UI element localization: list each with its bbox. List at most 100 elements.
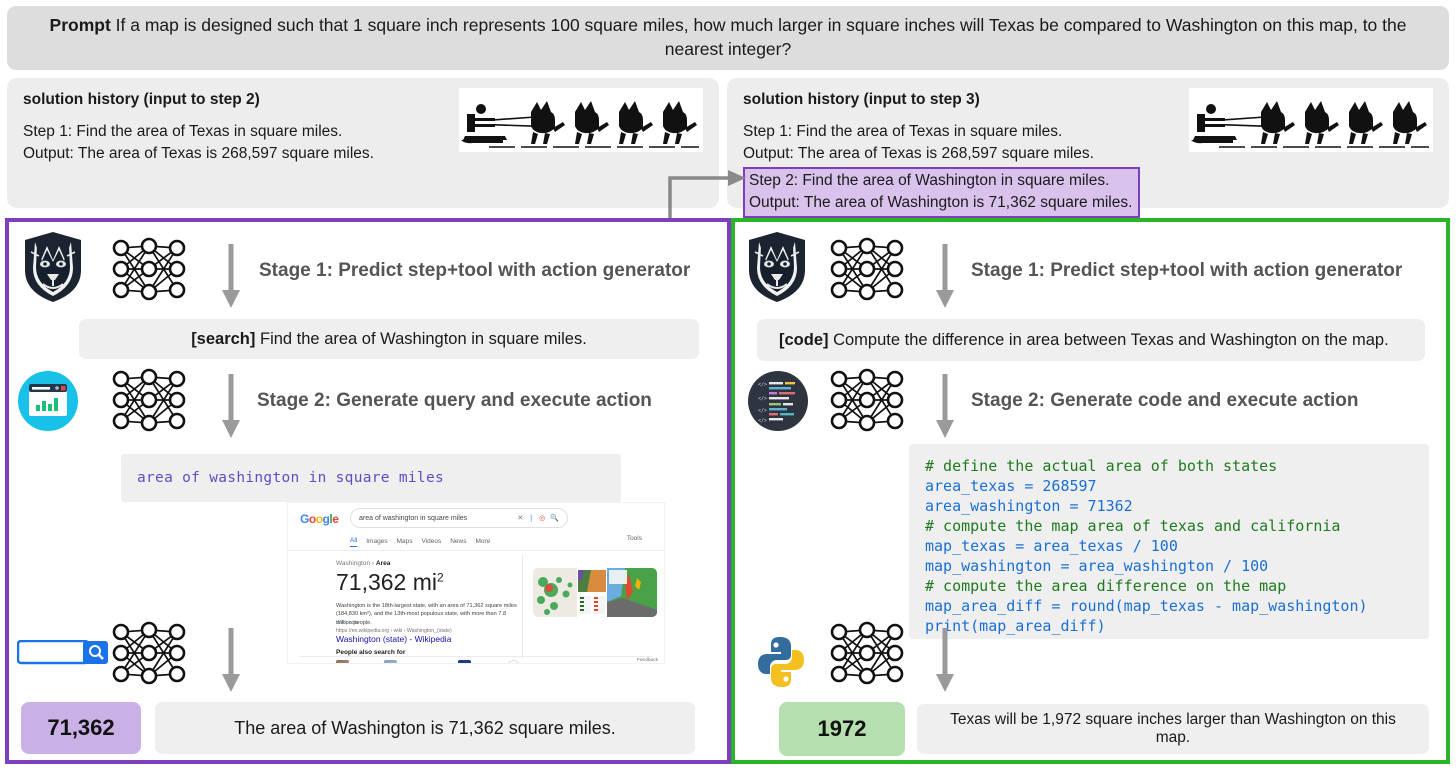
chevron-right-icon[interactable]: › <box>507 660 521 663</box>
knowledge-panel-images <box>533 568 657 617</box>
code-line: # define the actual area of both states <box>925 457 1278 475</box>
husky-logo-icon <box>745 230 809 309</box>
tab-more[interactable]: More <box>476 538 491 545</box>
left-answer-text: The area of Washington is 71,362 square … <box>155 702 695 754</box>
pas-item[interactable]: Seattle <box>336 660 370 664</box>
people-also-search-heading: People also search for <box>336 649 406 656</box>
pas-item[interactable]: Oregon <box>458 660 493 664</box>
source-url: https://en.wikipedia.org › wiki › Washin… <box>336 627 452 634</box>
neural-network-icon <box>823 234 911 309</box>
google-search-input[interactable]: area of washington in square miles ✕ ❘ ◎… <box>350 508 568 528</box>
code-line: map_texas = area_texas / 100 <box>925 537 1178 555</box>
tab-maps[interactable]: Maps <box>397 538 413 545</box>
flow-down-arrow <box>217 242 245 317</box>
tab-news[interactable]: News <box>450 538 466 545</box>
code-block: # define the actual area of both states … <box>909 444 1429 639</box>
husky-sled-image <box>1189 88 1433 152</box>
flow-down-arrow <box>931 242 959 317</box>
code-line: map_washington = area_washington / 100 <box>925 557 1269 575</box>
feedback-link[interactable]: Feedback <box>637 658 658 663</box>
google-tools-button[interactable]: Tools <box>627 535 642 542</box>
code-line: map_area_diff = round(map_texas - map_wa… <box>925 597 1368 615</box>
neural-network-icon <box>823 365 911 440</box>
pas-thumbnail <box>336 660 349 663</box>
flow-down-arrow <box>931 626 959 701</box>
neural-network-icon <box>105 234 193 309</box>
flow-connector-arrow <box>660 160 750 222</box>
code-editor-icon: </> </> </> </> <box>747 370 809 437</box>
knowledge-panel-value: 71,362 mi2 <box>336 569 444 596</box>
stage1-label: Stage 1: Predict step+tool with action g… <box>971 260 1403 281</box>
tab-videos[interactable]: Videos <box>421 538 441 545</box>
pas-thumbnail <box>384 660 398 663</box>
flow-down-arrow <box>217 626 245 701</box>
code-line: area_washington = 71362 <box>925 497 1133 515</box>
pas-label: Washington, D.C. <box>401 663 444 664</box>
google-tabs[interactable]: All Images Maps Videos News More <box>350 535 650 548</box>
svg-text:</>: </> <box>758 382 767 388</box>
stage2-label: Stage 2: Generate code and execute actio… <box>971 390 1359 411</box>
history-highlight-step2: Step 2: Find the area of Washington in s… <box>743 167 1141 218</box>
right-flow-panel: Stage 1: Predict step+tool with action g… <box>731 218 1450 764</box>
stage1-action-box: [search] Find the area of Washington in … <box>79 319 699 359</box>
stage1-action-text: [search] Find the area of Washington in … <box>191 330 587 349</box>
history-line-highlighted: Step 2: Find the area of Washington in s… <box>749 172 1110 189</box>
pas-item[interactable]: Washington, D.C. <box>384 660 444 664</box>
svg-text:</>: </> <box>758 396 767 402</box>
left-answer-chip: 71,362 <box>21 702 141 754</box>
source-name: Wikipedia <box>336 620 359 626</box>
stage2-label: Stage 2: Generate query and execute acti… <box>257 390 652 411</box>
divider <box>522 554 523 659</box>
neural-network-icon <box>105 618 193 693</box>
search-icon[interactable]: 🔍 <box>550 514 559 522</box>
tool-tag: [search] <box>191 329 256 348</box>
search-query-box: area of washington in square miles <box>121 454 621 502</box>
svg-text:</>: </> <box>758 418 767 424</box>
browser-search-icon <box>17 370 79 437</box>
divider <box>288 550 664 551</box>
knowledge-panel-breadcrumb: Washington › Area <box>336 560 391 567</box>
pas-label: Seattle <box>353 663 370 664</box>
action-description: Find the area of Washington in square mi… <box>259 329 587 348</box>
google-search-screenshot: Google area of washington in square mile… <box>287 502 665 664</box>
flow-down-arrow <box>217 372 245 447</box>
prompt-label: Prompt <box>49 15 111 36</box>
divider <box>300 656 652 657</box>
stage1-action-text: [code] Compute the difference in area be… <box>779 331 1389 350</box>
tab-all[interactable]: All <box>350 537 358 547</box>
action-description: Compute the difference in area between T… <box>833 330 1389 349</box>
search-query-text: area of washington in square miles <box>137 470 445 486</box>
husky-logo-icon <box>21 230 85 309</box>
google-header: Google area of washington in square mile… <box>288 503 664 551</box>
tool-tag: [code] <box>779 330 829 349</box>
stage1-action-box: [code] Compute the difference in area be… <box>757 319 1425 361</box>
right-answer-text: Texas will be 1,972 square inches larger… <box>917 704 1429 754</box>
pas-thumbnail <box>458 660 472 663</box>
code-line: area_texas = 268597 <box>925 477 1097 495</box>
result-link-wikipedia[interactable]: Washington (state) - Wikipedia <box>336 634 451 644</box>
husky-sled-image <box>459 88 703 152</box>
area-unit-exponent: 2 <box>437 570 444 585</box>
stage1-label: Stage 1: Predict step+tool with action g… <box>259 260 691 281</box>
breadcrumb-current: Area <box>375 560 391 567</box>
solution-history-step3: solution history (input to step 3) Step … <box>727 78 1449 218</box>
clear-icon[interactable]: ✕ <box>517 514 523 522</box>
google-logo-icon: Google <box>300 512 339 526</box>
history-line-highlighted: Output: The area of Washington is 71,362… <box>749 194 1133 211</box>
flow-down-arrow <box>931 372 959 447</box>
search-box-icon <box>16 639 109 671</box>
google-results-body: Washington › Area 71,362 mi2 Washington … <box>288 552 664 664</box>
lens-icon[interactable]: ◎ <box>539 514 545 522</box>
knowledge-panel-source: Wikipedia https://en.wikipedia.org › wik… <box>336 620 452 635</box>
code-line: # compute the map area of texas and cali… <box>925 517 1341 535</box>
tab-images[interactable]: Images <box>366 538 387 545</box>
solution-history-step2: solution history (input to step 2) Step … <box>7 78 719 208</box>
pas-label: Oregon <box>475 663 493 664</box>
prompt-text: Prompt If a map is designed such that 1 … <box>47 14 1409 61</box>
right-answer-chip: 1972 <box>779 702 905 756</box>
google-query-text: area of washington in square miles <box>359 514 468 522</box>
prompt-bar: Prompt If a map is designed such that 1 … <box>7 6 1449 70</box>
mic-icon[interactable]: ❘ <box>528 514 534 522</box>
area-value: 71,362 mi <box>336 569 438 595</box>
python-logo-icon <box>753 634 809 695</box>
